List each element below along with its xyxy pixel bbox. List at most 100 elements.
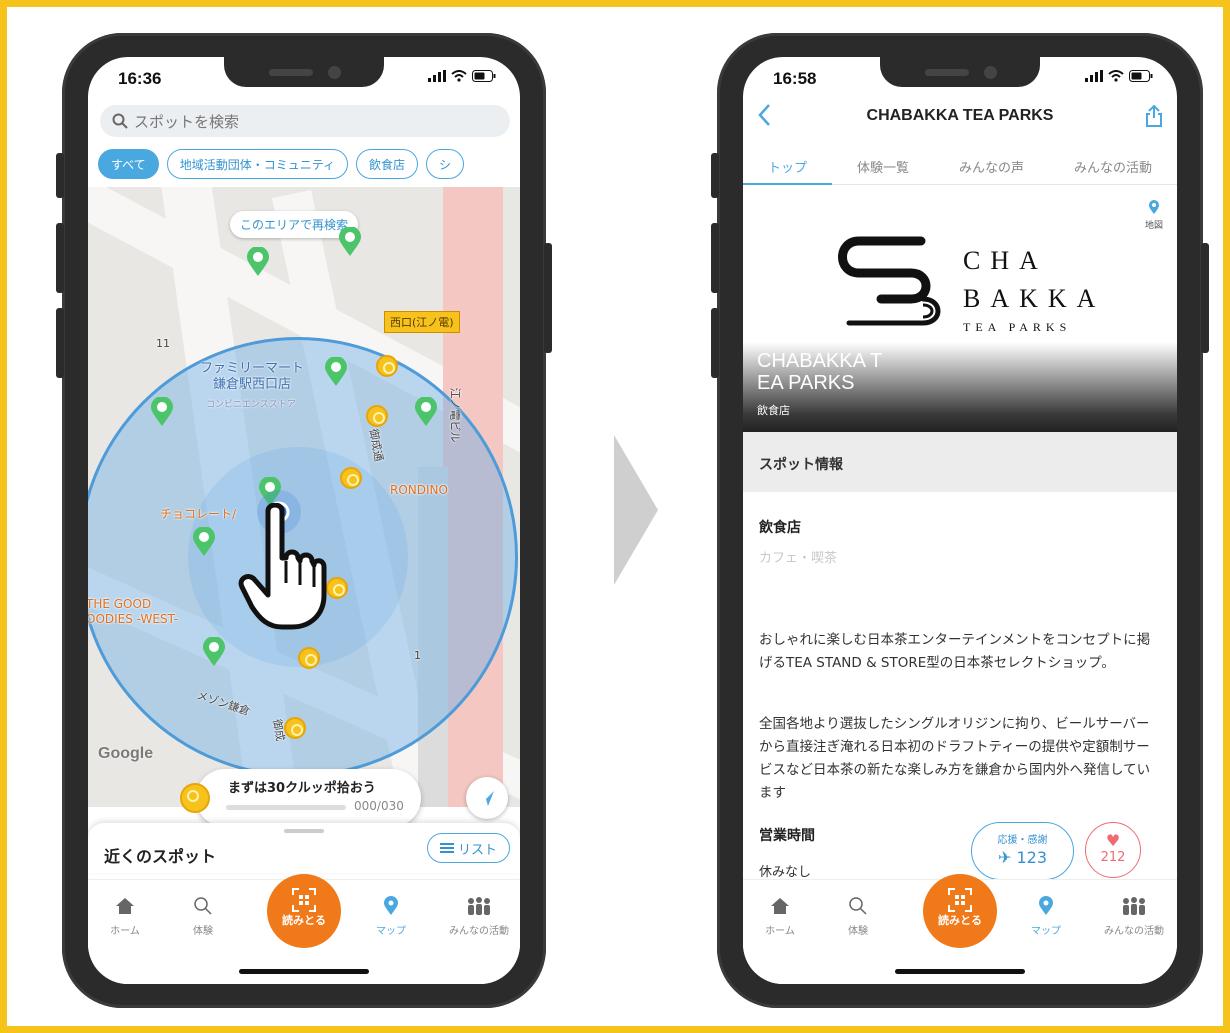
map-pin-icon	[1148, 200, 1159, 214]
search-icon	[194, 897, 212, 915]
description-1: おしゃれに楽しむ日本茶エンターテインメントをコンセプトに掲げるTEA STAND…	[759, 632, 1151, 671]
map-pin-icon	[384, 896, 398, 915]
spot-name: CHABAKKA T EA PARKS	[757, 350, 883, 394]
mission-progress-bar	[226, 805, 346, 810]
map-pin-icon	[1039, 896, 1053, 915]
page-title: CHABAKKA TEA PARKS	[866, 107, 1054, 124]
tab-voices[interactable]: みんなの声	[959, 149, 1024, 184]
coin-icon[interactable]	[298, 647, 320, 669]
mission-card[interactable]: まずは30クルッポ拾おう 000/030	[180, 769, 421, 827]
people-icon	[1123, 897, 1145, 915]
svg-text:CHA: CHA	[963, 246, 1048, 275]
community-pin-icon[interactable]	[338, 227, 362, 257]
hand-pointer-icon	[238, 503, 327, 630]
list-button[interactable]: リスト	[426, 833, 510, 863]
good-goodies-label: THE GOOD OODIES -WEST-	[88, 597, 179, 626]
chabakka-logo: CHA BAKKA TEA PARKS	[831, 227, 1177, 347]
tab-home[interactable]: ホーム	[90, 894, 160, 937]
status-time: 16:36	[118, 69, 162, 88]
qr-scan-icon	[948, 888, 972, 912]
right-screen: 16:58 CHABAKKA TEA PARKS トップ 体験一覧 みんなの声 …	[743, 57, 1177, 984]
notch	[224, 57, 384, 87]
list-button-label: リスト	[457, 842, 497, 858]
store-pin-icon[interactable]	[324, 357, 348, 387]
nearby-spots-title: 近くのスポット	[104, 847, 217, 866]
section-header: スポット情報	[743, 432, 1177, 492]
search-input[interactable]: スポットを検索	[100, 105, 510, 137]
category-chips: すべて 地域活動団体・コミュニティ 飲食店 シ	[98, 149, 464, 179]
coin-icon[interactable]	[284, 717, 306, 739]
tab-experience[interactable]: 体験	[823, 894, 893, 937]
category-sub: カフェ・喫茶	[759, 551, 838, 566]
tab-top[interactable]: トップ	[743, 149, 833, 185]
status-time: 16:58	[773, 69, 817, 88]
navigation-arrow-icon	[480, 791, 494, 806]
coin-icon	[180, 783, 210, 813]
right-phone: 16:58 CHABAKKA TEA PARKS トップ 体験一覧 みんなの声 …	[711, 33, 1209, 1008]
transition-arrow-icon	[614, 435, 658, 585]
chip-restaurant[interactable]: 飲食店	[355, 149, 418, 179]
camera-pin-icon[interactable]	[414, 397, 438, 427]
share-icon	[1146, 104, 1162, 127]
support-button[interactable]: 応援・感謝 ✈ 123	[971, 822, 1074, 880]
search-placeholder: スポットを検索	[134, 112, 240, 131]
map-link[interactable]: 地図	[1145, 199, 1163, 231]
scan-button[interactable]: 読みとる	[267, 874, 341, 948]
scan-button[interactable]: 読みとる	[923, 874, 997, 948]
home-indicator	[239, 969, 369, 974]
search-icon	[849, 897, 867, 915]
tab-activities[interactable]: みんなの活動	[1074, 149, 1152, 184]
home-icon	[116, 898, 134, 914]
tab-map[interactable]: マップ	[1011, 894, 1081, 937]
restaurant-pin-icon[interactable]	[192, 527, 216, 557]
tab-activities[interactable]: みんなの活動	[1091, 894, 1177, 937]
home-icon	[771, 898, 789, 914]
block-number-11: 11	[156, 337, 170, 350]
coin-icon[interactable]	[366, 405, 388, 427]
svg-text:TEA PARKS: TEA PARKS	[963, 320, 1071, 334]
support-label: 応援・感謝	[997, 835, 1048, 846]
station-tag: 西口(江ノ電)	[384, 311, 460, 333]
list-icon	[439, 843, 454, 853]
mission-title: まずは30クルッポ拾おう	[228, 781, 376, 796]
coin-icon[interactable]	[376, 355, 398, 377]
locate-button[interactable]	[466, 777, 508, 819]
heart-icon: ♥	[1105, 831, 1121, 850]
left-phone: 16:36 スポットを検索 すべて 地域活動団体・コミュニティ 飲食店 シ この…	[56, 33, 552, 1008]
chip-all[interactable]: すべて	[98, 149, 159, 179]
spot-category: 飲食店	[757, 404, 790, 417]
tab-experience[interactable]: 体験	[168, 894, 238, 937]
share-button[interactable]	[1145, 104, 1163, 131]
tab-activities[interactable]: みんなの活動	[436, 894, 520, 937]
chip-more[interactable]: シ	[425, 149, 464, 179]
nearby-spots-sheet[interactable]: 近くのスポット リスト	[88, 823, 520, 873]
rondino-label: RONDINO	[390, 483, 448, 497]
chip-community[interactable]: 地域活動団体・コミュニティ	[166, 149, 348, 179]
community-pin-icon[interactable]	[202, 637, 226, 667]
map-view[interactable]: このエリアで再検索 西口(江ノ電) ファミリーマート 鎌倉駅西口店 コンビニエンス…	[88, 187, 520, 807]
nav-bar: CHABAKKA TEA PARKS	[743, 97, 1177, 137]
status-icons	[428, 70, 496, 82]
detail-tabs: トップ 体験一覧 みんなの声 みんなの活動	[743, 149, 1177, 185]
coin-icon[interactable]	[326, 577, 348, 599]
left-screen: 16:36 スポットを検索 すべて 地域活動団体・コミュニティ 飲食店 シ この…	[88, 57, 520, 984]
tab-experience-list[interactable]: 体験一覧	[857, 149, 909, 184]
notch	[880, 57, 1040, 87]
tab-home[interactable]: ホーム	[745, 894, 815, 937]
coin-icon[interactable]	[340, 467, 362, 489]
category-title: 飲食店	[759, 520, 801, 536]
block-number-1: 1	[414, 649, 421, 662]
community-pin-icon[interactable]	[246, 247, 270, 277]
enoden-label: 江ノ電ビル	[448, 387, 462, 443]
google-logo: Google	[98, 745, 154, 762]
qr-scan-icon	[292, 888, 316, 912]
familymart-label: ファミリーマート 鎌倉駅西口店	[200, 361, 305, 392]
restaurant-pin-icon[interactable]	[150, 397, 174, 427]
support-count: ✈ 123	[997, 848, 1048, 867]
status-icons	[1085, 70, 1153, 82]
convenience-label: コンビニエンスストア	[206, 400, 296, 410]
like-count: 212	[1100, 850, 1126, 865]
svg-text:BAKKA: BAKKA	[963, 284, 1105, 313]
like-button[interactable]: ♥ 212	[1085, 822, 1141, 878]
tab-map[interactable]: マップ	[356, 894, 426, 937]
